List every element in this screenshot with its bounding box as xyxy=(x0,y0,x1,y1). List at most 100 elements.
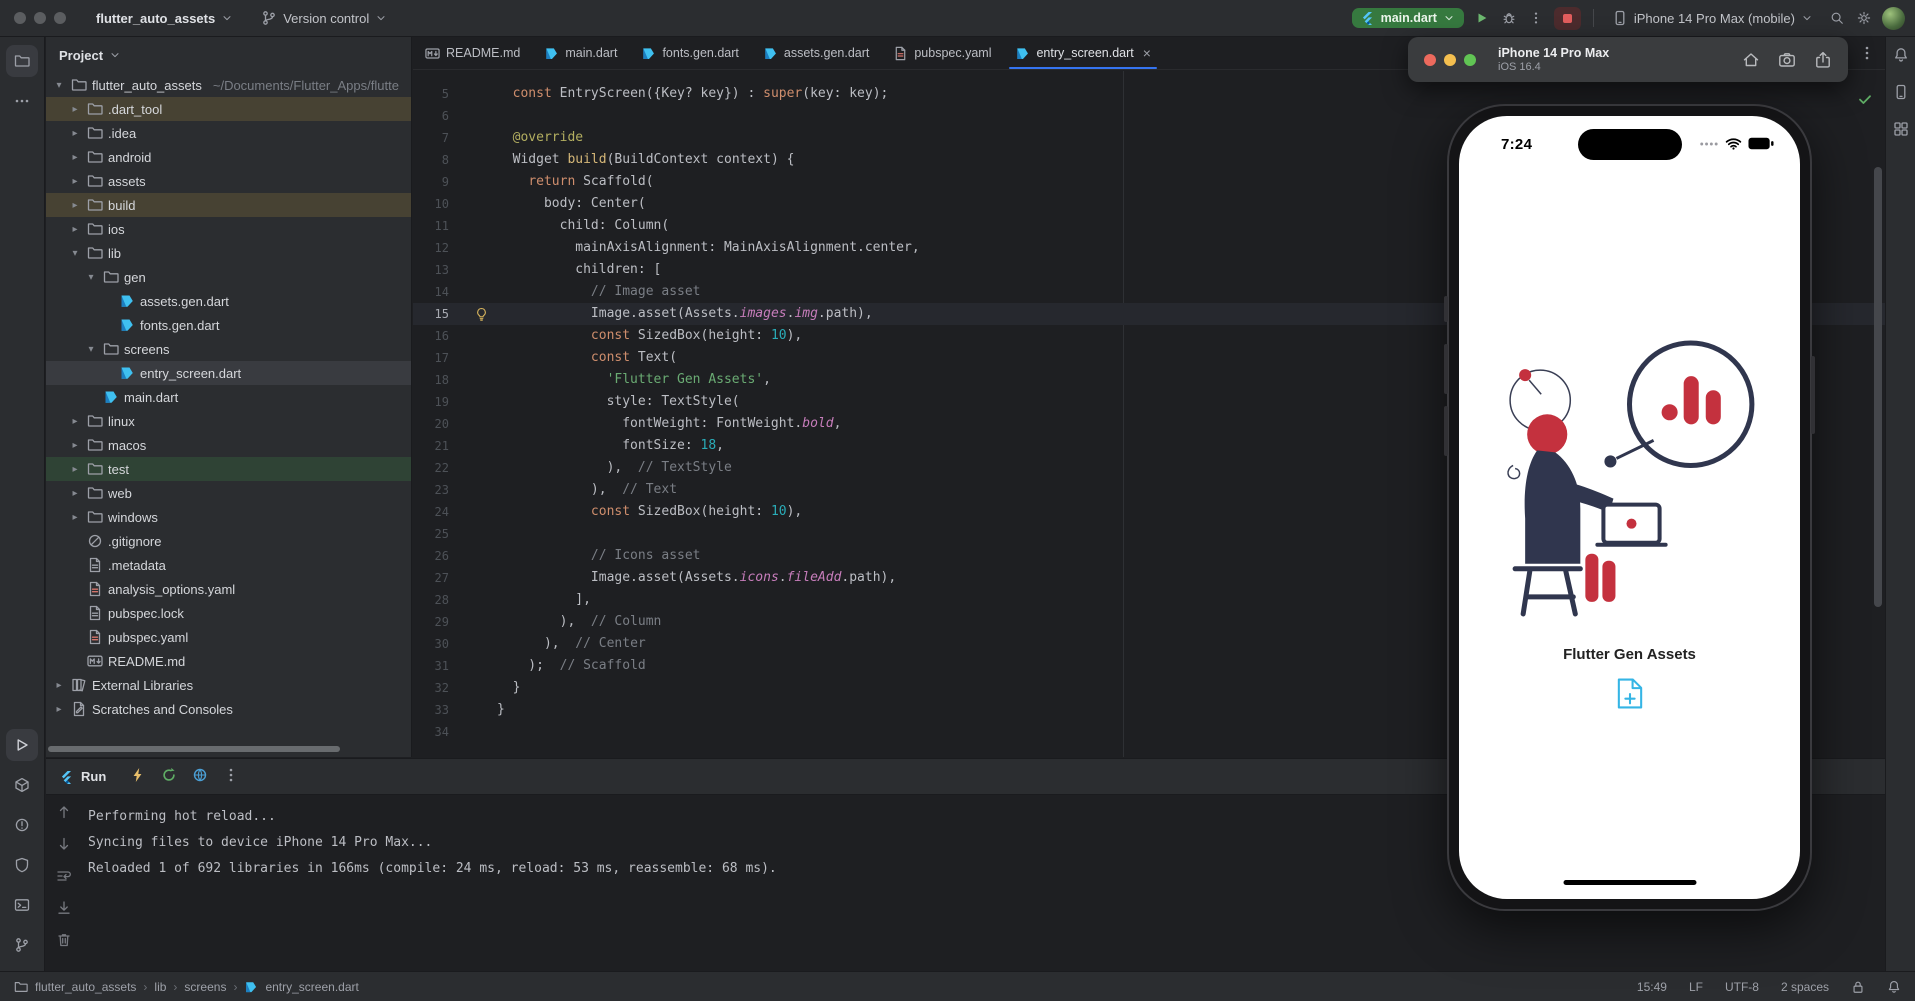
line-number[interactable]: 9 xyxy=(413,171,453,193)
project-tool-icon[interactable] xyxy=(6,45,38,77)
more-tool-windows-icon[interactable] xyxy=(6,85,38,117)
line-number[interactable]: 7 xyxy=(413,127,453,149)
tree-item[interactable]: ▾gen xyxy=(46,265,411,289)
tab-fonts.gen.dart[interactable]: fonts.gen.dart xyxy=(629,37,750,69)
project-scrollbar[interactable] xyxy=(48,746,340,752)
breadcrumb-item[interactable]: flutter_auto_assets xyxy=(35,980,136,994)
more-actions-icon[interactable] xyxy=(223,767,239,786)
chevron-right-icon[interactable]: ▸ xyxy=(68,224,82,235)
tree-item[interactable]: ▸linux xyxy=(46,409,411,433)
line-number[interactable]: 28 xyxy=(413,589,453,611)
chevron-right-icon[interactable]: ▸ xyxy=(68,512,82,523)
run-tab[interactable]: Run xyxy=(60,769,106,784)
hot-restart-icon[interactable] xyxy=(161,767,177,786)
line-number[interactable]: 21 xyxy=(413,435,453,457)
readonly-lock-icon[interactable] xyxy=(1851,980,1865,994)
line-number[interactable]: 6 xyxy=(413,105,453,127)
line-number[interactable]: 34 xyxy=(413,721,453,743)
line-number[interactable]: 13 xyxy=(413,259,453,281)
line-number[interactable]: 14 xyxy=(413,281,453,303)
tree-item[interactable]: ▸android xyxy=(46,145,411,169)
tab-pubspec.yaml[interactable]: pubspec.yaml xyxy=(881,37,1003,69)
tree-item[interactable]: ▸build xyxy=(46,193,411,217)
close-tab-icon[interactable]: × xyxy=(1143,46,1151,60)
breadcrumb-item[interactable]: entry_screen.dart xyxy=(265,980,358,994)
chevron-right-icon[interactable]: ▸ xyxy=(68,416,82,427)
down-stack-trace-icon[interactable] xyxy=(56,836,72,855)
vcs-widget[interactable]: Version control xyxy=(255,7,393,29)
chevron-right-icon[interactable]: ▸ xyxy=(68,104,82,115)
indent-style[interactable]: 2 spaces xyxy=(1781,980,1829,994)
line-number[interactable]: 11 xyxy=(413,215,453,237)
chevron-right-icon[interactable]: ▸ xyxy=(68,152,82,163)
tree-item[interactable]: main.dart xyxy=(46,385,411,409)
tree-item[interactable]: .gitignore xyxy=(46,529,411,553)
tree-item[interactable]: ▸Scratches and Consoles xyxy=(46,697,411,721)
more-run-actions-button[interactable] xyxy=(1527,9,1545,27)
chevron-right-icon[interactable]: ▸ xyxy=(68,128,82,139)
line-number[interactable]: 32 xyxy=(413,677,453,699)
breadcrumb-item[interactable]: screens xyxy=(184,980,226,994)
simulator-screen[interactable]: 7:24 xyxy=(1459,116,1800,899)
tree-item[interactable]: ▸.idea xyxy=(46,121,411,145)
chevron-down-icon[interactable]: ▾ xyxy=(84,344,98,355)
tree-item[interactable]: ▸assets xyxy=(46,169,411,193)
tree-item[interactable]: entry_screen.dart xyxy=(46,361,411,385)
tree-item[interactable]: ▸External Libraries xyxy=(46,673,411,697)
tree-item[interactable]: pubspec.yaml xyxy=(46,625,411,649)
run-config-selector[interactable]: main.dart xyxy=(1352,8,1464,28)
inspections-status-icon[interactable] xyxy=(1857,91,1873,107)
simulator-zoom-button[interactable] xyxy=(1464,54,1476,66)
line-number[interactable]: 10 xyxy=(413,193,453,215)
tree-item[interactable]: ▸web xyxy=(46,481,411,505)
line-number[interactable]: 19 xyxy=(413,391,453,413)
line-number[interactable]: 33 xyxy=(413,699,453,721)
terminal-tool-icon[interactable] xyxy=(6,889,38,921)
line-number[interactable]: 16 xyxy=(413,325,453,347)
chevron-right-icon[interactable]: ▸ xyxy=(68,176,82,187)
line-number[interactable]: 29 xyxy=(413,611,453,633)
tree-item[interactable]: ▸test xyxy=(46,457,411,481)
user-avatar[interactable] xyxy=(1882,7,1905,30)
run-tool-icon[interactable] xyxy=(6,729,38,761)
tree-item[interactable]: .metadata xyxy=(46,553,411,577)
simulator-screenshot-button[interactable] xyxy=(1778,51,1796,69)
line-number[interactable]: 18 xyxy=(413,369,453,391)
editor-scrollbar[interactable] xyxy=(1874,167,1882,607)
version-control-tool-icon[interactable] xyxy=(6,929,38,961)
tree-item[interactable]: README.md xyxy=(46,649,411,673)
tab-assets.gen.dart[interactable]: assets.gen.dart xyxy=(751,37,881,69)
intention-bulb-icon[interactable] xyxy=(474,307,489,322)
tab-entry_screen.dart[interactable]: entry_screen.dart× xyxy=(1003,37,1162,69)
line-number[interactable]: 12 xyxy=(413,237,453,259)
code-line[interactable]: 5 const EntryScreen({Key? key}) : super(… xyxy=(413,83,1885,105)
dependencies-tool-icon[interactable] xyxy=(6,849,38,881)
device-selector[interactable]: iPhone 14 Pro Max (mobile) xyxy=(1606,7,1819,29)
line-separator[interactable]: LF xyxy=(1689,980,1703,994)
tree-item[interactable]: ▾screens xyxy=(46,337,411,361)
chevron-down-icon[interactable]: ▾ xyxy=(52,80,66,91)
line-number[interactable]: 22 xyxy=(413,457,453,479)
tree-item[interactable]: ▸windows xyxy=(46,505,411,529)
tab-README.md[interactable]: README.md xyxy=(413,37,532,69)
breadcrumb-item[interactable]: lib xyxy=(154,980,166,994)
chevron-right-icon[interactable]: ▸ xyxy=(68,488,82,499)
chevron-right-icon[interactable]: ▸ xyxy=(68,200,82,211)
notifications-icon[interactable] xyxy=(1887,980,1901,994)
chevron-right-icon[interactable]: ▸ xyxy=(52,704,66,715)
devtools-icon[interactable] xyxy=(192,767,208,786)
settings-button[interactable] xyxy=(1855,9,1873,27)
run-button[interactable] xyxy=(1473,9,1491,27)
notifications-icon[interactable] xyxy=(1893,47,1909,66)
line-number[interactable]: 8 xyxy=(413,149,453,171)
soft-wrap-icon[interactable] xyxy=(56,868,72,887)
caret-position[interactable]: 15:49 xyxy=(1637,980,1667,994)
hot-reload-icon[interactable] xyxy=(130,767,146,786)
line-number[interactable]: 5 xyxy=(413,83,453,105)
chevron-down-icon[interactable]: ▾ xyxy=(68,248,82,259)
chevron-right-icon[interactable]: ▸ xyxy=(68,464,82,475)
line-number[interactable]: 25 xyxy=(413,523,453,545)
line-number[interactable]: 17 xyxy=(413,347,453,369)
tree-item[interactable]: pubspec.lock xyxy=(46,601,411,625)
close-window-button[interactable] xyxy=(14,12,26,24)
